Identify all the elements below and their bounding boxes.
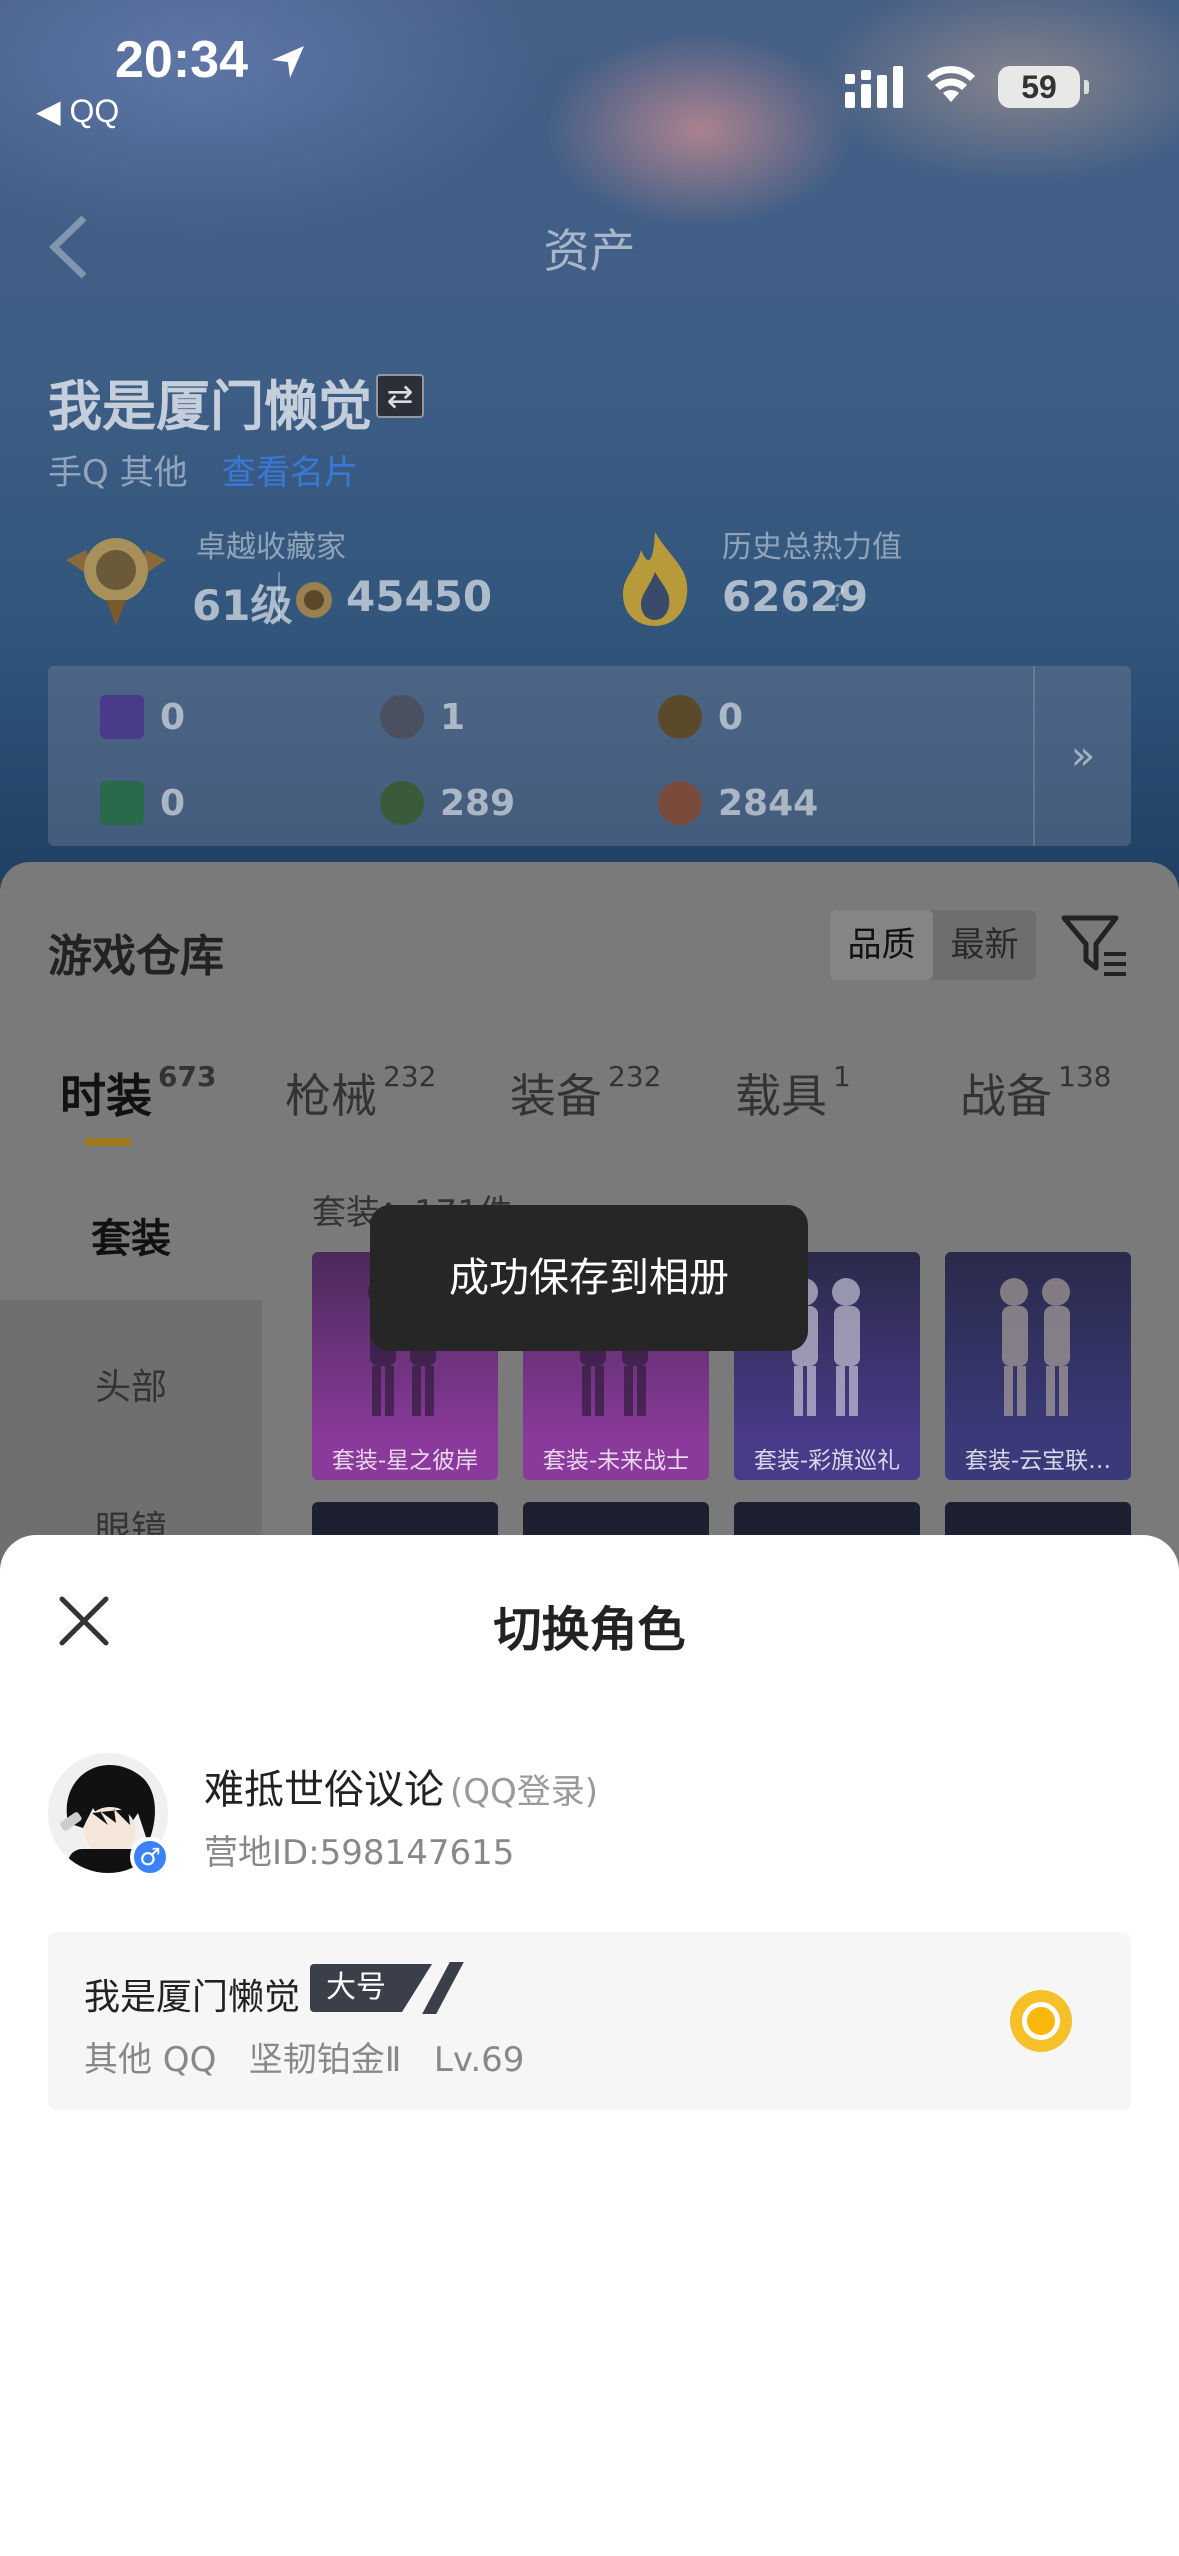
coin-gold-icon — [658, 695, 702, 739]
stat-divider — [278, 572, 280, 622]
suit-label: 套装-彩旗巡礼 — [734, 1442, 920, 1480]
help-icon[interactable]: ? — [830, 580, 846, 615]
heat-flame-icon — [623, 532, 688, 626]
status-time: 20:34 — [115, 31, 248, 89]
collector-points: 45450 — [346, 572, 493, 621]
heat-label: 历史总热力值 — [722, 530, 902, 565]
card-green-icon — [100, 781, 144, 825]
resource-value: 0 — [160, 696, 186, 738]
tab-guns[interactable]: 枪械 232 — [285, 1060, 436, 1126]
tab-label: 枪械 — [285, 1069, 377, 1123]
filter-icon[interactable] — [1060, 910, 1130, 980]
tab-count: 232 — [608, 1060, 662, 1093]
status-bar: 20:34 ◀ QQ 59 — [0, 0, 1179, 130]
tab-label: 装备 — [510, 1069, 602, 1123]
role-name: 我是厦门懒觉 — [84, 1977, 301, 2018]
tab-count: 673 — [158, 1060, 217, 1093]
resource-value: 1 — [440, 696, 466, 738]
role-option-card[interactable]: 我是厦门懒觉 大号 其他 QQ 坚韧铂金Ⅱ Lv.69 — [48, 1932, 1131, 2110]
tab-label: 时装 — [60, 1069, 152, 1123]
resource-item: 0 — [658, 692, 743, 742]
role-info: 其他 QQ 坚韧铂金Ⅱ Lv.69 — [84, 2040, 525, 2080]
active-tab-indicator — [84, 1138, 132, 1146]
tab-label: 载具 — [735, 1069, 827, 1123]
collector-label: 卓越收藏家 — [196, 530, 346, 565]
battery-indicator: 59 — [998, 66, 1089, 108]
warehouse-tabs: 时装 673 枪械 232 装备 232 载具 1 战备 138 — [0, 1060, 1179, 1140]
resource-value: 0 — [160, 782, 186, 824]
cellular-signal-icon — [845, 66, 903, 108]
orb-bronze-icon — [658, 781, 702, 825]
resource-item: 2844 — [658, 778, 818, 828]
resources-more-button[interactable]: » — [1033, 666, 1131, 846]
tab-count: 138 — [1058, 1060, 1112, 1093]
gender-male-icon: ♂ — [130, 1837, 170, 1877]
camp-id: 营地ID:598147615 — [204, 1833, 515, 1873]
user-name: 难抵世俗议论 (QQ登录) — [204, 1757, 598, 1815]
wifi-icon — [927, 66, 975, 102]
sort-quality-button[interactable]: 品质 — [830, 910, 933, 980]
suit-label: 套装-云宝联… — [945, 1442, 1131, 1480]
resource-value: 2844 — [718, 782, 819, 824]
tab-equipment[interactable]: 装备 232 — [510, 1060, 661, 1126]
side-item-head[interactable]: 头部 — [0, 1358, 262, 1410]
login-type: (QQ登录) — [450, 1772, 599, 1812]
toast-message: 成功保存到相册 — [370, 1205, 808, 1351]
suit-label: 套装-星之彼岸 — [312, 1442, 498, 1480]
sheet-title: 切换角色 — [493, 1602, 686, 1658]
resource-item: 289 — [380, 778, 515, 828]
resource-item: 0 — [100, 778, 185, 828]
switch-role-sheet: 切换角色 ♂ 难抵世俗议论 (QQ登录) 营地ID:598147615 我是厦门懒… — [0, 1535, 1179, 2556]
sort-newest-button[interactable]: 最新 — [933, 910, 1036, 980]
suit-label: 套装-未来战士 — [523, 1442, 709, 1480]
orb-green-icon — [380, 781, 424, 825]
resource-item: 1 — [380, 692, 465, 742]
location-arrow-icon — [272, 46, 304, 78]
radio-dot — [1022, 2002, 1060, 2040]
tab-vehicles[interactable]: 载具 1 — [735, 1060, 851, 1126]
collector-medal-icon — [66, 538, 166, 626]
page-title: 资产 — [543, 224, 636, 278]
back-to-app-link[interactable]: ◀ QQ — [36, 92, 119, 130]
coin-gray-icon — [380, 695, 424, 739]
resource-value: 289 — [440, 782, 516, 824]
user-name-text: 难抵世俗议论 — [204, 1767, 444, 1813]
card-purple-icon — [100, 695, 144, 739]
tab-combat-gear[interactable]: 战备 138 — [960, 1060, 1111, 1126]
tab-count: 232 — [383, 1060, 437, 1093]
player-name: 我是厦门懒觉 — [48, 375, 372, 438]
resource-panel: 0 1 0 0 289 2844 » — [48, 666, 1131, 846]
heat-value: 62629 — [722, 572, 869, 621]
tab-label: 战备 — [960, 1069, 1052, 1123]
selected-radio[interactable] — [1010, 1990, 1072, 2052]
player-card-link[interactable]: 查看名片 — [222, 445, 358, 494]
resource-value: 0 — [718, 696, 744, 738]
warehouse-title: 游戏仓库 — [48, 931, 224, 982]
collector-points-icon — [296, 582, 332, 618]
sort-toggle: 品质 最新 — [830, 910, 1036, 980]
main-account-badge: 大号 — [310, 1964, 432, 2012]
switch-role-icon[interactable]: ⇄ — [376, 374, 424, 418]
side-item-suits[interactable]: 套装 — [0, 1206, 262, 1264]
tab-fashion[interactable]: 时装 673 — [60, 1060, 216, 1126]
player-platform: 手Q 其他 — [48, 453, 188, 493]
tab-count: 1 — [833, 1060, 851, 1093]
resource-item: 0 — [100, 692, 185, 742]
